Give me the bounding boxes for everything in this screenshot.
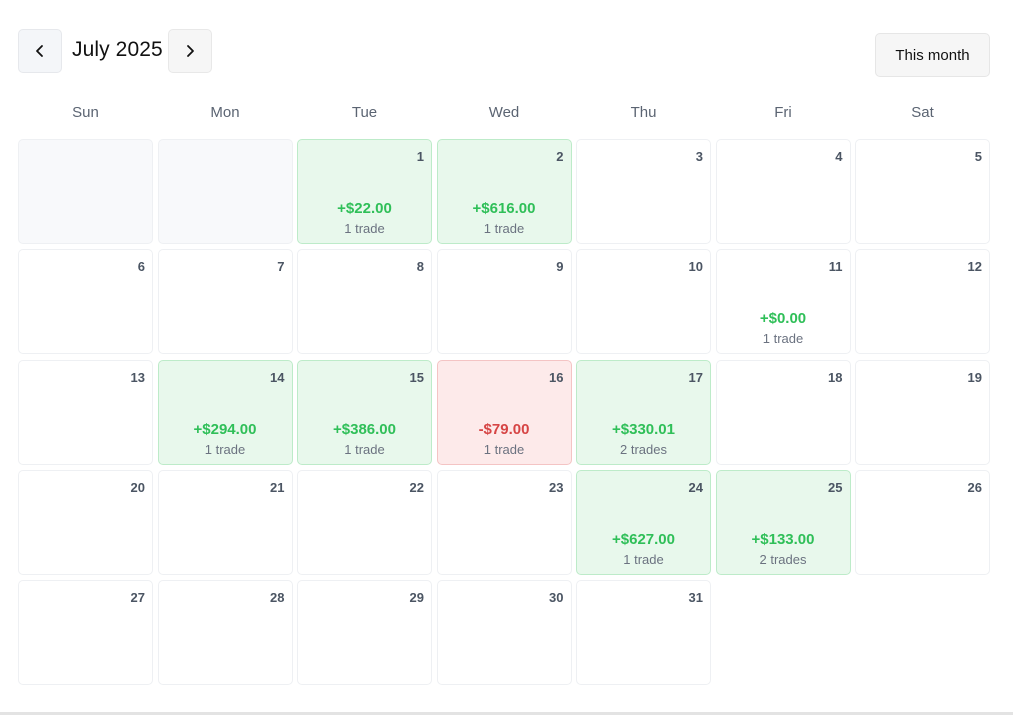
- weekday-label: Fri: [774, 104, 792, 121]
- day-pnl: +$330.01: [612, 420, 675, 438]
- day-trade-count: 1 trade: [623, 551, 664, 567]
- weekday-label: Sun: [72, 104, 99, 121]
- day-cell[interactable]: 9: [436, 249, 572, 355]
- day-pnl: +$133.00: [751, 530, 815, 548]
- day-pnl: +$386.00: [333, 420, 396, 438]
- day-trade-count: 1 trade: [204, 441, 246, 457]
- day-cell[interactable]: 16 -$79.00 1 trade: [436, 359, 572, 465]
- day-cell[interactable]: 3: [576, 139, 711, 244]
- day-cell[interactable]: 10: [576, 249, 711, 355]
- day-pnl: +$0.00: [759, 310, 807, 328]
- day-cell[interactable]: 19: [855, 359, 990, 465]
- day-cell[interactable]: 28: [157, 580, 293, 686]
- day-cell[interactable]: 2 +$616.00 1 trade: [436, 139, 572, 244]
- day-number: 21: [270, 479, 285, 495]
- day-trade-count: 1 trade: [483, 221, 525, 236]
- day-number: 5: [974, 149, 982, 164]
- day-cell[interactable]: 4: [715, 139, 851, 244]
- chevron-right-icon: [183, 44, 197, 58]
- day-cell[interactable]: 26: [855, 469, 990, 575]
- day-cell[interactable]: 12: [855, 249, 990, 355]
- day-cell[interactable]: 13: [18, 359, 153, 465]
- day-pnl: +$22.00: [337, 200, 392, 217]
- day-pnl: -$79.00: [478, 420, 530, 438]
- day-number: 19: [967, 369, 982, 385]
- trading-calendar: July 2025 This month Sun Mon Tue Wed Thu Fri S…: [0, 0, 1013, 715]
- day-number: 25: [828, 479, 843, 495]
- empty-day-cell: [157, 139, 293, 244]
- day-number: 30: [549, 590, 564, 606]
- day-trade-count: 1 trade: [344, 441, 385, 457]
- day-cell[interactable]: 24 +$627.00 1 trade: [576, 469, 711, 575]
- day-cell[interactable]: 29: [297, 580, 432, 686]
- day-number: 11: [828, 259, 843, 275]
- day-number: 23: [549, 479, 564, 495]
- day-cell[interactable]: 20: [18, 469, 153, 575]
- chevron-left-icon: [33, 44, 47, 58]
- day-trade-count: 1 trade: [483, 441, 525, 457]
- day-number: 20: [130, 479, 145, 495]
- weekday-header-row: Sun Mon Tue Wed Thu Fri Sat: [18, 104, 990, 124]
- day-cell[interactable]: 11 +$0.00 1 trade: [715, 249, 851, 355]
- day-number: 28: [270, 590, 285, 606]
- day-trade-count: 2 trades: [759, 551, 807, 567]
- day-number: 7: [277, 259, 285, 275]
- prev-month-button[interactable]: [18, 29, 62, 73]
- day-cell[interactable]: 15 +$386.00 1 trade: [297, 359, 432, 465]
- day-trade-count: 1 trade: [762, 331, 804, 347]
- this-month-button[interactable]: This month: [875, 33, 990, 77]
- day-cell[interactable]: 31: [576, 580, 711, 686]
- day-cell[interactable]: 21: [157, 469, 293, 575]
- day-number: 31: [688, 590, 703, 606]
- day-number: 29: [409, 590, 424, 606]
- month-title: July 2025: [72, 38, 163, 61]
- day-cell[interactable]: 25 +$133.00 2 trades: [715, 469, 851, 575]
- day-cell[interactable]: 1 +$22.00 1 trade: [297, 139, 432, 244]
- day-trade-count: 2 trades: [620, 441, 667, 457]
- day-number: 3: [695, 149, 703, 164]
- day-cell[interactable]: 17 +$330.01 2 trades: [576, 359, 711, 465]
- day-cell[interactable]: 14 +$294.00 1 trade: [157, 359, 293, 465]
- day-number: 2: [556, 149, 564, 164]
- weekday-label: Tue: [351, 104, 378, 121]
- day-cell[interactable]: 23: [436, 469, 572, 575]
- day-cell[interactable]: 7: [157, 249, 293, 355]
- day-number: 14: [270, 369, 285, 385]
- day-number: 24: [688, 479, 703, 495]
- day-number: 26: [967, 479, 982, 495]
- day-number: 17: [688, 369, 703, 385]
- weekday-label: Thu: [630, 104, 657, 121]
- day-number: 8: [416, 259, 424, 275]
- day-cell[interactable]: 6: [18, 249, 153, 355]
- day-number: 12: [967, 259, 982, 275]
- day-number: 22: [409, 479, 424, 495]
- day-cell[interactable]: 22: [297, 469, 432, 575]
- day-number: 1: [416, 149, 424, 164]
- day-number: 10: [688, 259, 703, 275]
- day-number: 16: [549, 369, 564, 385]
- day-number: 27: [130, 590, 145, 606]
- day-pnl: +$294.00: [193, 420, 257, 438]
- day-cell[interactable]: 8: [297, 249, 432, 355]
- calendar-header: July 2025 This month: [18, 29, 990, 77]
- day-number: 13: [130, 369, 145, 385]
- day-pnl: +$616.00: [472, 200, 536, 217]
- weekday-label: Sat: [911, 104, 934, 121]
- weekday-label: Wed: [488, 104, 520, 121]
- day-cell[interactable]: 5: [855, 139, 990, 244]
- weekday-label: Mon: [210, 104, 240, 121]
- day-cell[interactable]: 27: [18, 580, 153, 686]
- empty-day-cell: [18, 139, 153, 244]
- day-pnl: +$627.00: [612, 530, 675, 548]
- calendar-grid: 1 +$22.00 1 trade 2 +$616.00 1 trade 3 4 5 6 7 8 9 10…: [18, 139, 990, 686]
- day-trade-count: 1 trade: [344, 221, 385, 236]
- day-number: 9: [556, 259, 564, 275]
- day-cell[interactable]: 18: [715, 359, 851, 465]
- day-cell[interactable]: 30: [436, 580, 572, 686]
- next-month-button[interactable]: [168, 29, 212, 73]
- day-number: 6: [137, 259, 145, 275]
- day-number: 18: [828, 369, 843, 385]
- day-number: 4: [835, 149, 843, 164]
- day-number: 15: [409, 369, 424, 385]
